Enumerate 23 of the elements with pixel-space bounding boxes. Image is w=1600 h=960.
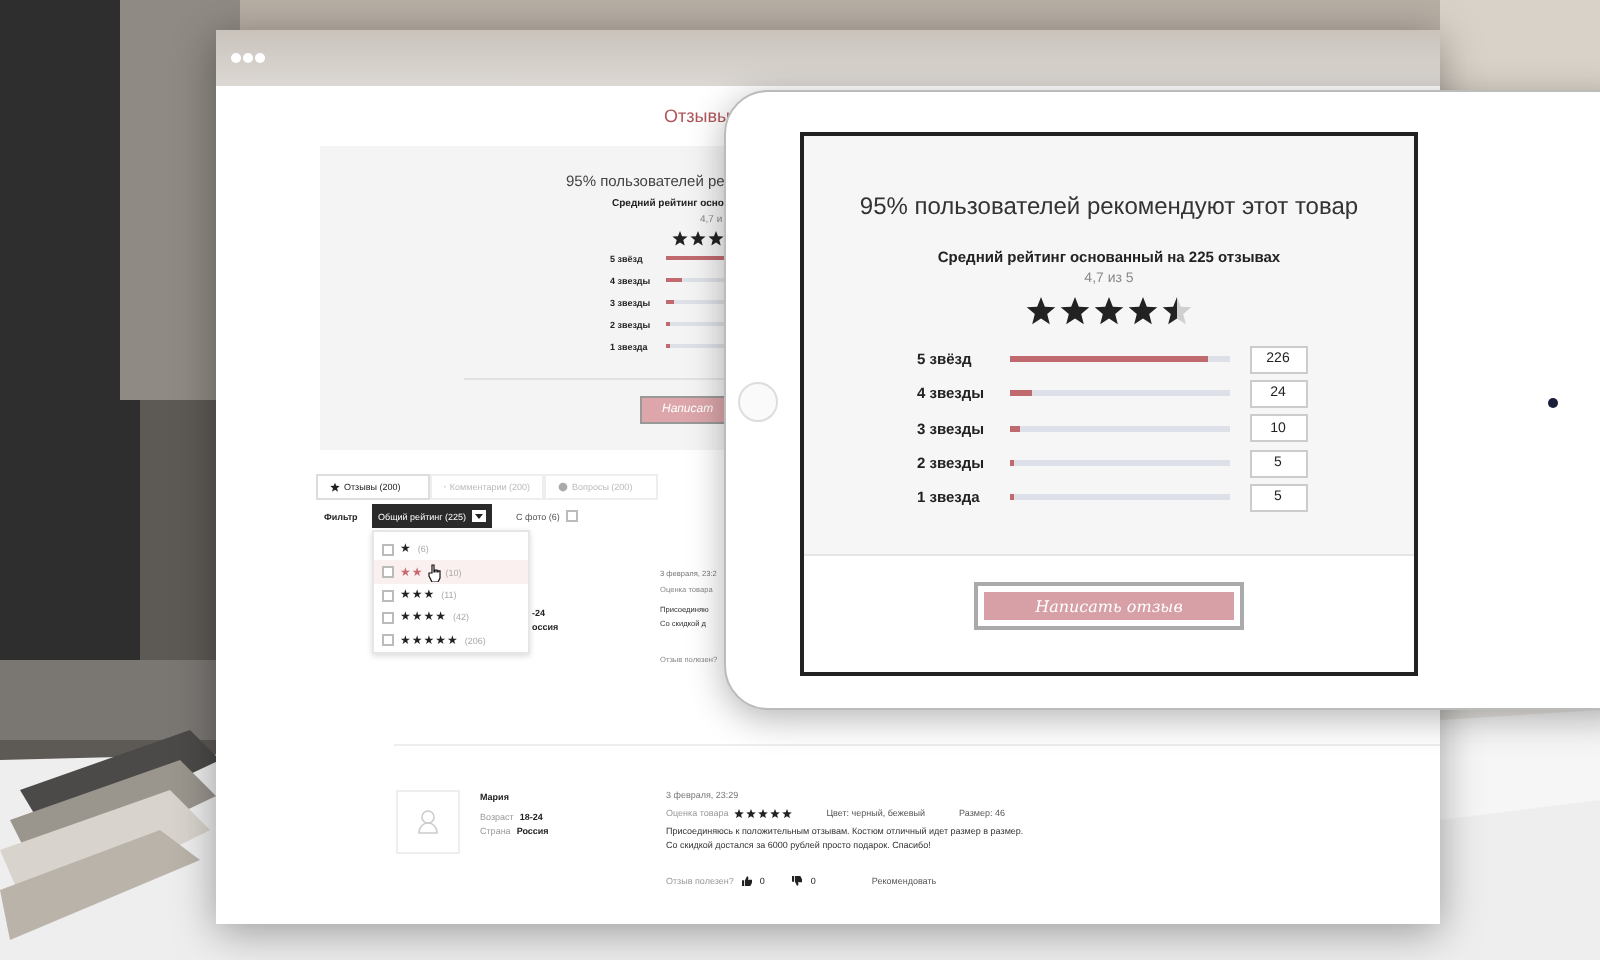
camera-dot <box>1548 398 1558 408</box>
home-button[interactable] <box>738 382 778 422</box>
person-icon <box>418 810 438 834</box>
window-dots-icon <box>230 52 266 64</box>
star-icon <box>330 482 340 492</box>
star-icon <box>1060 296 1090 326</box>
checkbox[interactable] <box>382 566 394 579</box>
star-icon <box>1026 296 1056 326</box>
checkbox[interactable] <box>382 589 394 602</box>
caret-icon <box>472 510 486 522</box>
page-title: Отзывы <box>664 106 732 126</box>
write-review-button[interactable]: Написать отзыв <box>974 582 1244 630</box>
star-icon <box>1162 296 1192 326</box>
recommend-headline: 95% пользователей рекомендуют этот товар <box>859 192 1359 220</box>
hand-cursor-icon <box>428 564 442 582</box>
thumbs-up-icon[interactable] <box>741 876 752 886</box>
checkbox[interactable] <box>382 543 394 556</box>
checkbox[interactable] <box>382 611 394 624</box>
star-icon <box>1128 296 1158 326</box>
thumbs-down-icon[interactable] <box>792 876 803 886</box>
star-icon <box>1094 296 1124 326</box>
checkbox[interactable] <box>382 634 394 647</box>
photo-checkbox[interactable] <box>565 510 578 522</box>
